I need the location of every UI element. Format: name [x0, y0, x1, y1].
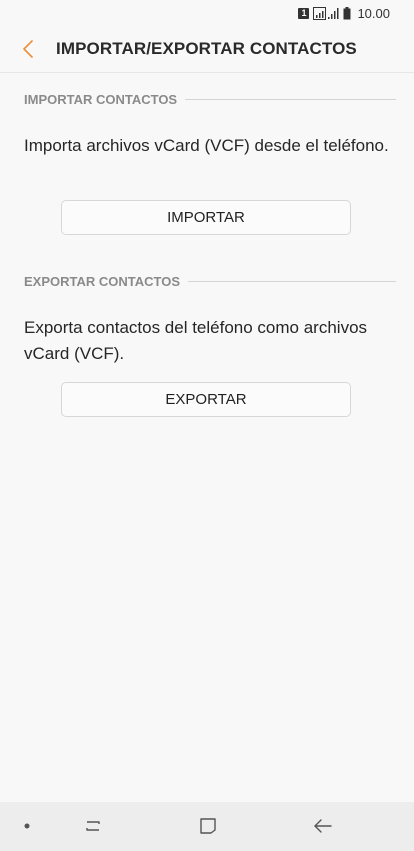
home-icon	[200, 818, 216, 834]
chevron-left-icon	[23, 40, 33, 58]
nav-home-button[interactable]	[195, 814, 221, 838]
nav-back-button[interactable]	[310, 814, 336, 838]
back-button[interactable]	[16, 37, 40, 61]
back-arrow-icon	[314, 819, 332, 833]
export-button[interactable]: EXPORTAR	[61, 382, 351, 417]
status-bar: 1 10.00	[0, 0, 414, 26]
export-section-label: EXPORTAR CONTACTOS	[24, 274, 181, 289]
signal-icon	[313, 6, 339, 20]
import-section-header: IMPORTAR CONTACTOS	[24, 92, 396, 107]
app-bar: IMPORTAR/EXPORTAR CONTACTOS	[0, 26, 414, 73]
dot-icon	[24, 823, 30, 829]
section-divider	[188, 281, 396, 282]
section-divider	[185, 99, 396, 100]
page-title: IMPORTAR/EXPORTAR CONTACTOS	[56, 39, 357, 58]
import-description: Importa archivos vCard (VCF) desde el te…	[24, 136, 389, 155]
nav-recents-button[interactable]	[80, 814, 106, 838]
import-section-label: IMPORTAR CONTACTOS	[24, 92, 178, 107]
battery-icon	[343, 6, 351, 19]
import-button[interactable]: IMPORTAR	[61, 200, 351, 235]
export-section-header: EXPORTAR CONTACTOS	[24, 274, 396, 289]
navigation-bar	[0, 802, 414, 851]
nav-dot-button[interactable]	[20, 819, 34, 833]
sim-badge: 1	[298, 7, 310, 19]
export-description: Exporta contactos del teléfono como arch…	[24, 318, 368, 363]
status-time: 10.00	[357, 5, 390, 21]
recents-icon	[86, 821, 100, 831]
